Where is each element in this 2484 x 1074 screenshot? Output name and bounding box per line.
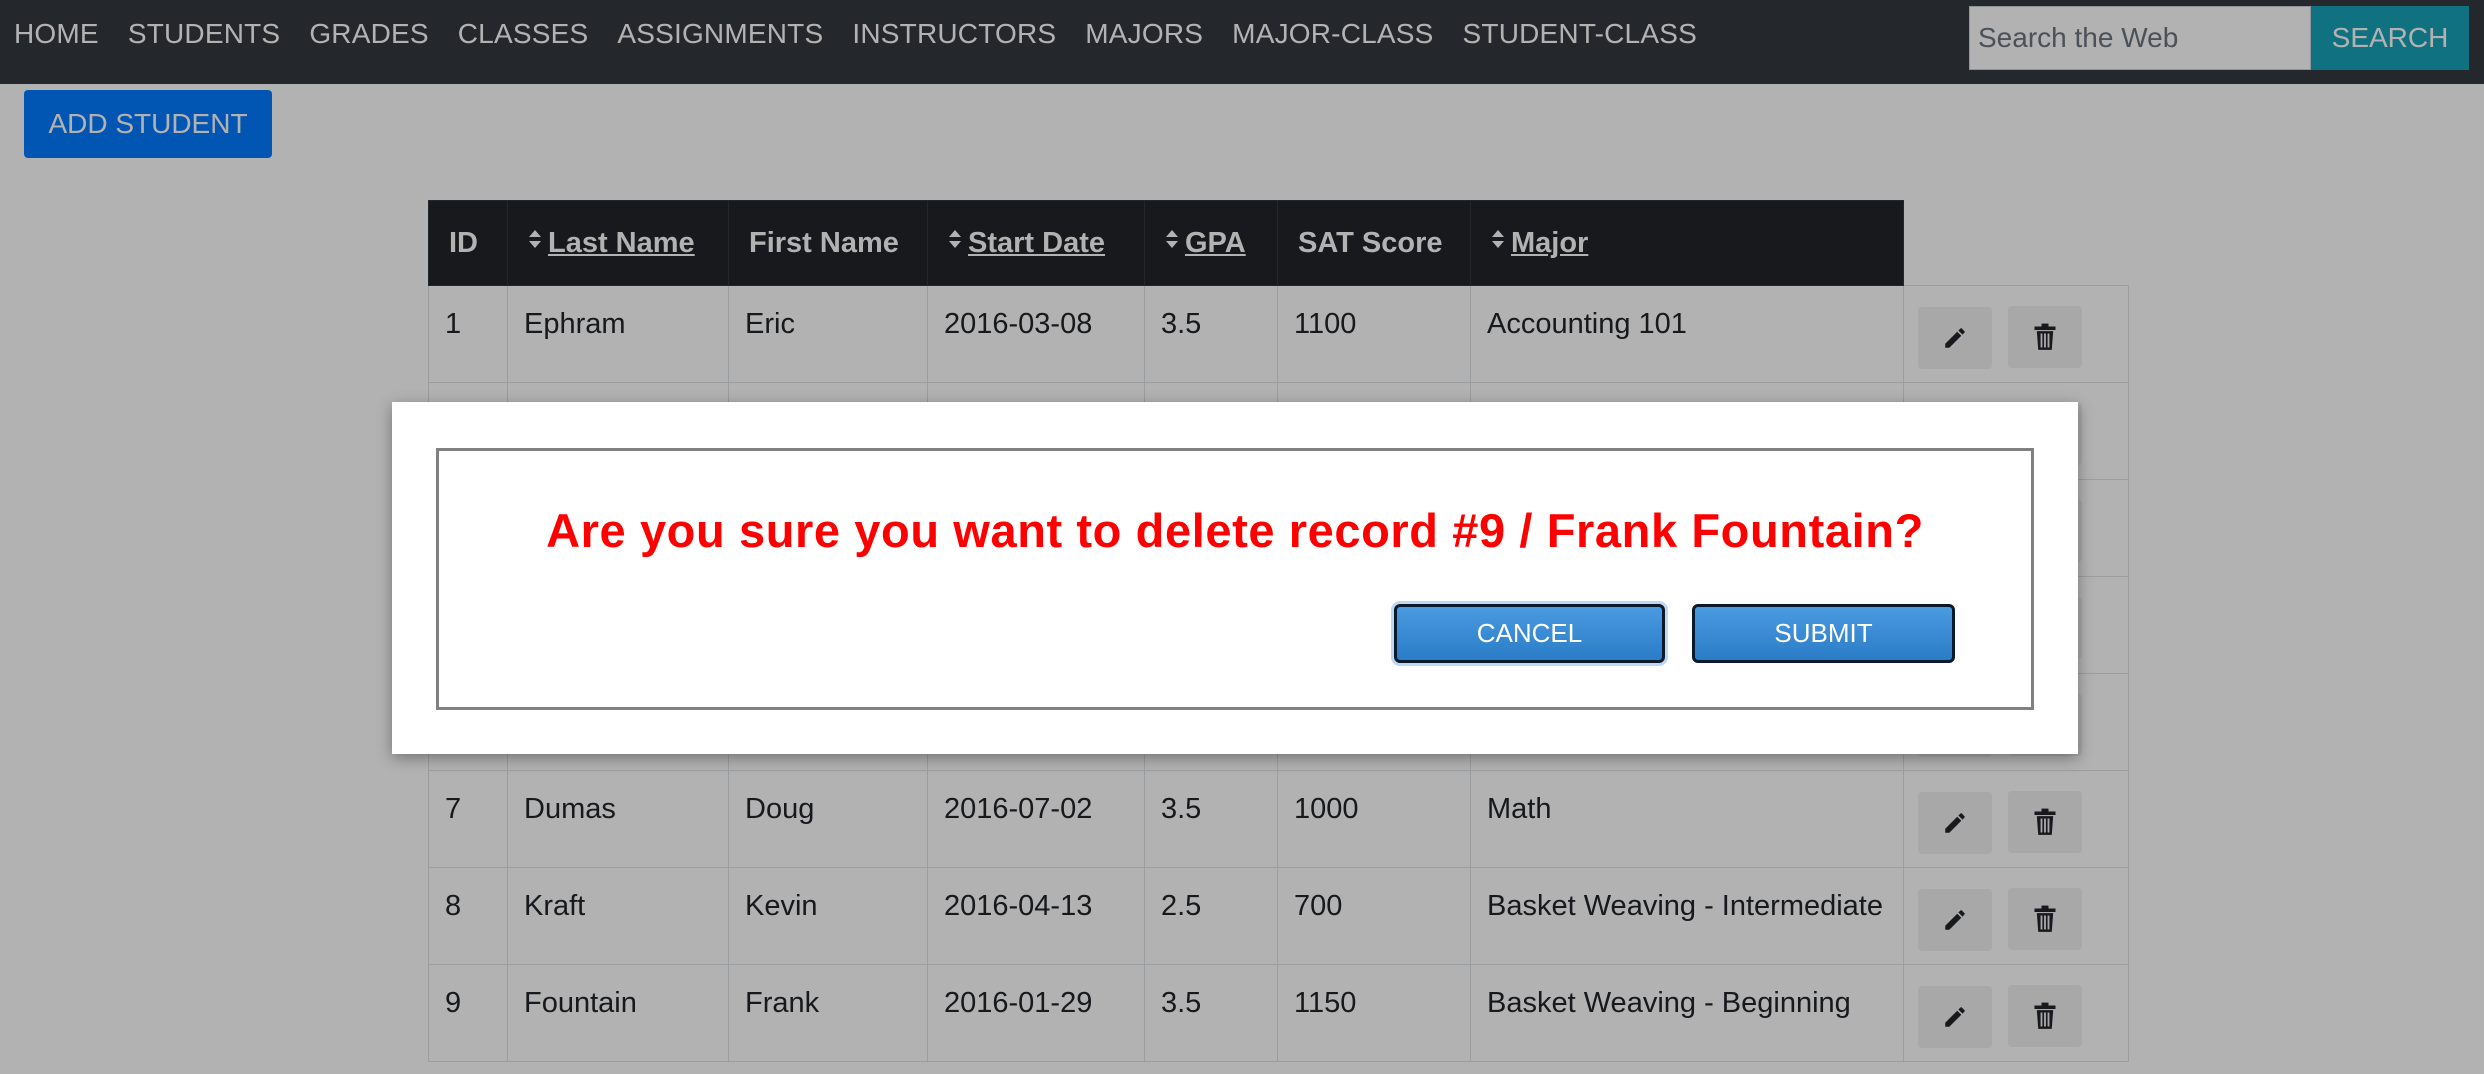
modal-frame: Are you sure you want to delete record #… bbox=[436, 448, 2034, 710]
submit-button[interactable]: SUBMIT bbox=[1692, 604, 1955, 663]
delete-confirm-message: Are you sure you want to delete record #… bbox=[546, 504, 1924, 557]
cancel-button[interactable]: CANCEL bbox=[1394, 604, 1665, 663]
modal-backdrop: Are you sure you want to delete record #… bbox=[0, 0, 2484, 1074]
delete-confirm-modal: Are you sure you want to delete record #… bbox=[392, 402, 2078, 754]
